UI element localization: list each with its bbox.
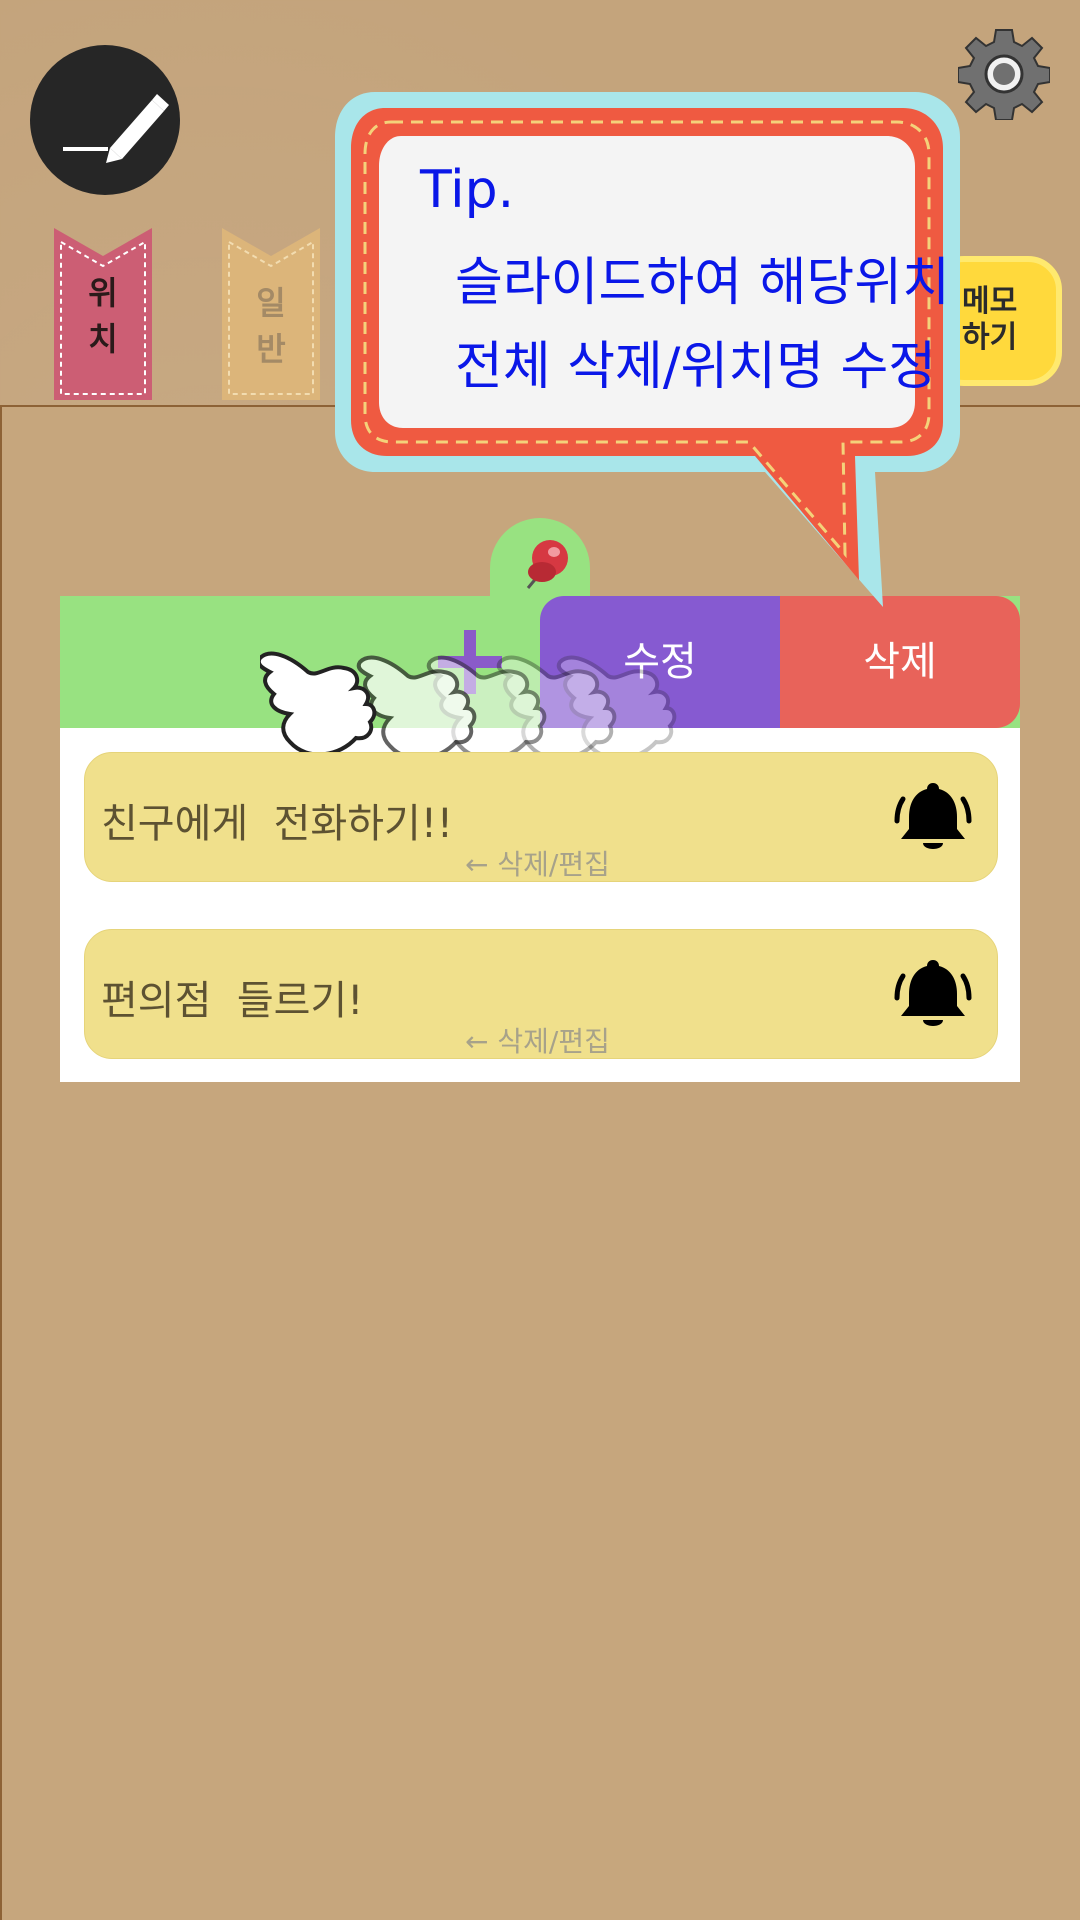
- tip-bubble: Tip. 슬라이드하여 해당위치 전체 삭제/위치명 수정: [335, 92, 960, 612]
- swipe-hint: ← 삭제/편집: [465, 1025, 610, 1058]
- swipe-actions: 수정 삭제: [540, 596, 1020, 728]
- edit-location-button[interactable]: 수정: [540, 596, 780, 728]
- bell-icon[interactable]: [893, 777, 973, 857]
- tab-general[interactable]: 일 반: [222, 228, 320, 400]
- memo-item-text: 친구에게 전화하기!!: [101, 801, 453, 847]
- compose-button[interactable]: [30, 45, 180, 195]
- gear-icon: [957, 29, 1051, 121]
- memo-item[interactable]: 편의점 들르기! ← 삭제/편집: [84, 929, 998, 1059]
- tip-title: Tip.: [420, 160, 515, 220]
- settings-button[interactable]: [957, 28, 1051, 121]
- plus-icon[interactable]: [430, 622, 510, 702]
- memo-item-text: 편의점 들르기!: [101, 978, 364, 1024]
- bell-icon[interactable]: [893, 954, 973, 1034]
- write-memo-label: 메모 하기: [962, 284, 1018, 355]
- tab-location[interactable]: 위 치: [54, 228, 152, 400]
- delete-location-button[interactable]: 삭제: [780, 596, 1020, 728]
- memo-item[interactable]: 친구에게 전화하기!! ← 삭제/편집: [84, 752, 998, 882]
- tab-general-label: 일 반: [256, 284, 286, 368]
- tip-line-1: 슬라이드하여 해당위치: [455, 253, 950, 313]
- compose-pen-icon: [63, 94, 169, 163]
- swipe-hint: ← 삭제/편집: [465, 848, 610, 881]
- tab-location-label: 위 치: [88, 274, 118, 358]
- tip-line-2: 전체 삭제/위치명 수정: [455, 337, 937, 397]
